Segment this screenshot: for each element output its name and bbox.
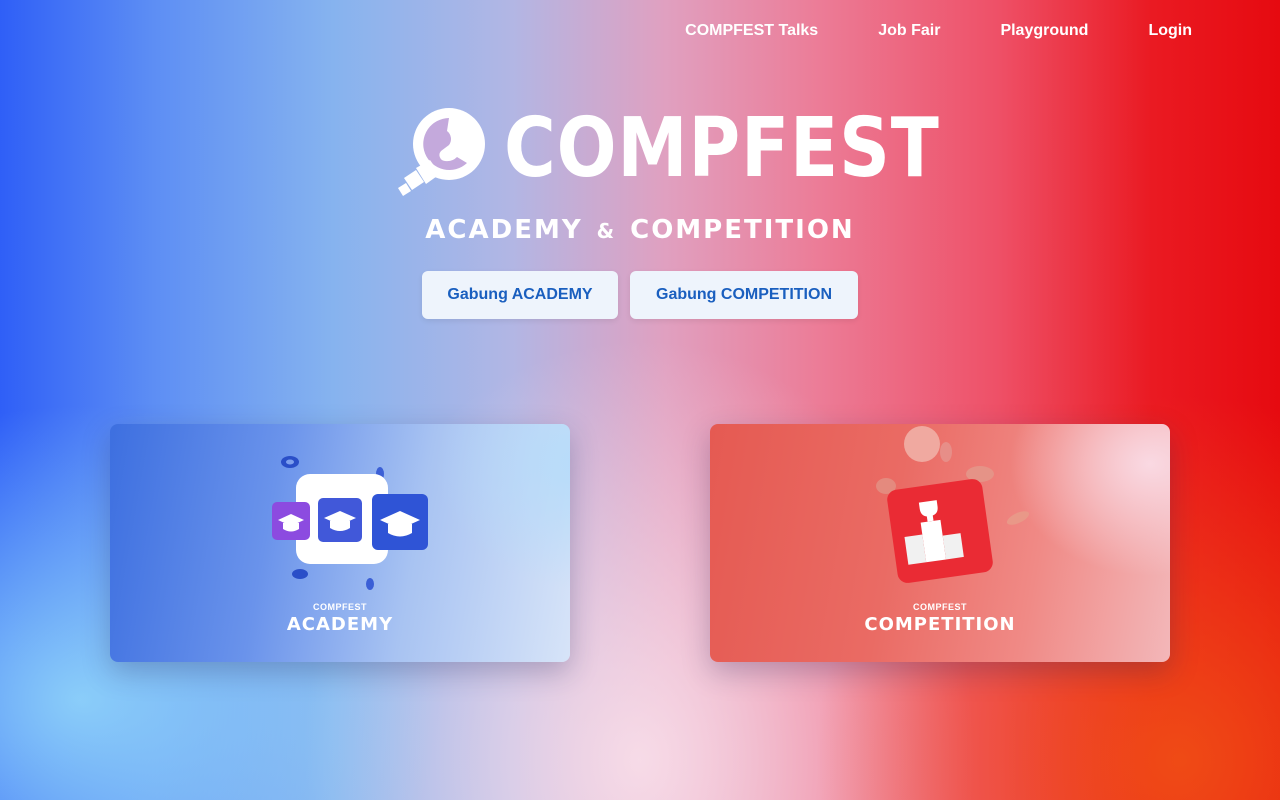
academy-card[interactable]: COMPFEST ACADEMY [110, 424, 570, 662]
top-nav: COMPFEST Talks Job Fair Playground Login [685, 20, 1192, 42]
nav-playground[interactable]: Playground [1000, 20, 1088, 42]
nav-job-fair[interactable]: Job Fair [878, 20, 940, 42]
compfest-logo-icon [398, 108, 485, 196]
hero-subtitle: ACADEMY & COMPETITION [0, 214, 1280, 247]
compfest-logo: COMPFEST [394, 102, 939, 198]
subtitle-academy: ACADEMY [425, 215, 583, 245]
academy-card-title: ACADEMY [286, 614, 394, 635]
subtitle-ampersand: & [596, 219, 617, 243]
subtitle-competition: COMPETITION [630, 215, 855, 245]
competition-card-brand: COMPFEST [912, 602, 967, 612]
nav-login[interactable]: Login [1148, 20, 1192, 42]
compfest-logo-text: COMPFEST [504, 101, 940, 196]
hero-cta-group: Gabung ACADEMY Gabung COMPETITION [422, 271, 858, 319]
nav-compfest-talks[interactable]: COMPFEST Talks [685, 20, 818, 42]
join-academy-button[interactable]: Gabung ACADEMY [422, 271, 618, 319]
graduation-cap-icon [272, 494, 428, 550]
competition-card-title: COMPETITION [864, 614, 1016, 635]
competition-card[interactable]: COMPFEST COMPETITION [710, 424, 1170, 662]
join-competition-button[interactable]: Gabung COMPETITION [630, 271, 858, 319]
academy-card-brand: COMPFEST [312, 602, 367, 612]
